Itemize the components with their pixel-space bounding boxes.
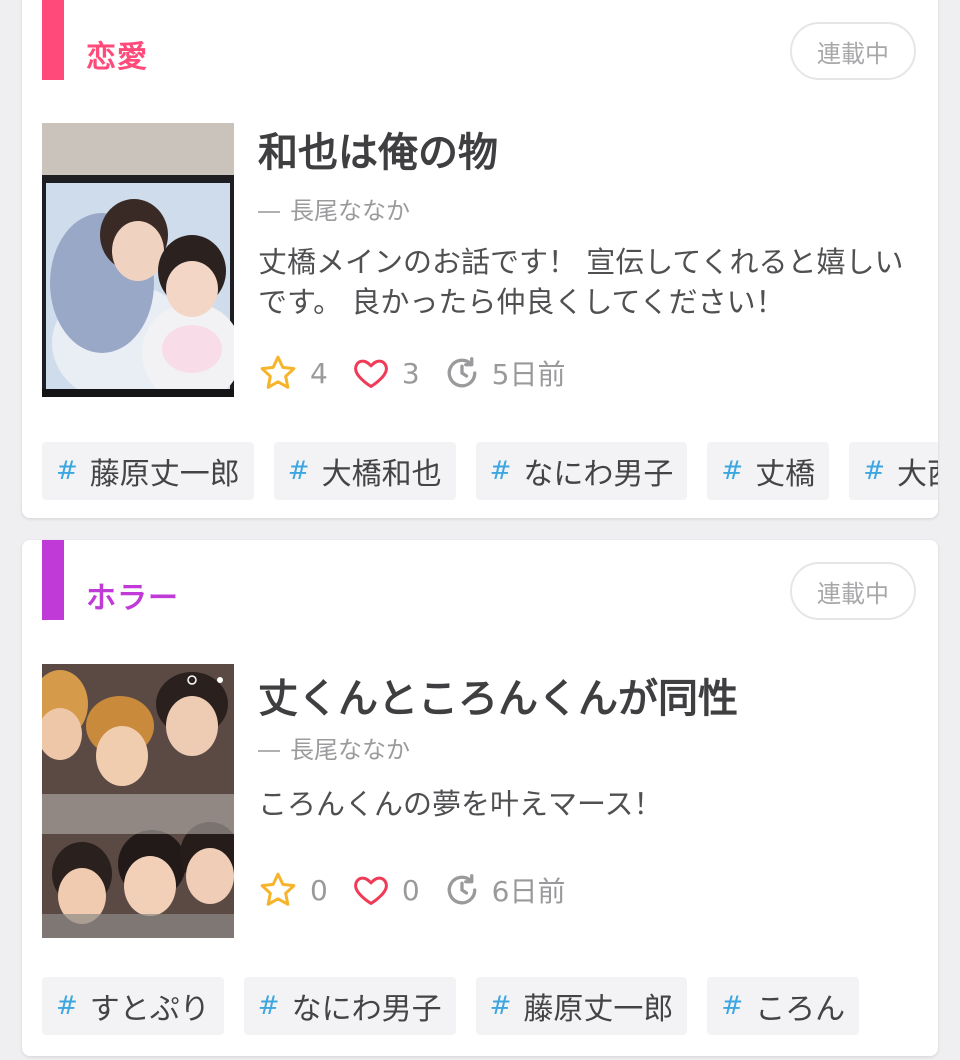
tag-chip[interactable]: # なにわ男子 [243, 977, 456, 1035]
story-title[interactable]: 和也は俺の物 [258, 120, 498, 178]
hashtag-icon: # [863, 456, 885, 486]
tag-label: 藤原丈一郎 [89, 457, 240, 492]
tag-label: ころん [755, 992, 846, 1027]
tag-label: 大西 [896, 457, 938, 492]
genre-accent-bar [42, 0, 64, 80]
cover-image[interactable] [42, 664, 234, 938]
dash-decoration [258, 750, 280, 752]
like-stat[interactable]: 3 [352, 354, 420, 392]
hashtag-icon: # [721, 991, 744, 1021]
tag-label: 大橋和也 [321, 457, 442, 492]
history-icon [447, 874, 477, 905]
updated-stat: 6日前 [444, 870, 566, 910]
updated-time: 5日前 [491, 358, 566, 391]
hashtag-icon: # [287, 456, 310, 486]
dash-decoration [258, 211, 280, 213]
tag-label: なにわ男子 [523, 457, 674, 492]
tag-label: 丈橋 [755, 457, 816, 492]
tag-chip[interactable]: # 大橋和也 [273, 442, 456, 500]
hashtag-icon: # [257, 991, 280, 1021]
hashtag-icon: # [721, 456, 744, 486]
tag-chip[interactable]: # ころん [707, 977, 860, 1035]
like-stat[interactable]: 0 [352, 871, 420, 909]
story-card[interactable]: ホラー 連載中 丈くんところんくんが同性 長尾ななか ころんくんの夢を叶えマース [22, 540, 938, 1056]
heart-icon [353, 359, 388, 388]
like-count: 0 [401, 873, 420, 907]
tag-list: # すとぷり # なにわ男子 # 藤原丈一郎 # ころん [42, 977, 879, 1035]
tag-label: すとぷり [89, 992, 210, 1027]
hashtag-icon: # [56, 456, 78, 486]
tag-list: # 藤原丈一郎 # 大橋和也 # なにわ男子 # 丈橋 # 大西 [42, 442, 938, 500]
author-name: 長尾ななか [290, 197, 410, 225]
star-stat[interactable]: 0 [258, 870, 328, 910]
tag-chip[interactable]: # すとぷり [42, 977, 224, 1035]
star-stat[interactable]: 4 [258, 353, 328, 393]
star-count: 0 [310, 873, 328, 907]
tag-chip[interactable]: # 丈橋 [707, 442, 830, 500]
tag-label: 藤原丈一郎 [523, 992, 674, 1027]
cover-image[interactable] [42, 123, 234, 397]
updated-stat: 5日前 [444, 353, 566, 393]
story-title[interactable]: 丈くんところんくんが同性 [258, 666, 738, 724]
tag-chip[interactable]: # なにわ男子 [475, 442, 688, 500]
tag-label: なにわ男子 [291, 992, 442, 1027]
author-name: 長尾ななか [290, 736, 410, 764]
tag-chip[interactable]: # 藤原丈一郎 [42, 442, 254, 500]
author-line[interactable]: 長尾ななか [258, 730, 410, 765]
genre-label: ホラー [86, 581, 179, 616]
hashtag-icon: # [489, 456, 512, 486]
history-icon [447, 357, 477, 388]
author-line[interactable]: 長尾ななか [258, 191, 410, 226]
star-icon [260, 872, 296, 906]
updated-time: 6日前 [491, 875, 566, 908]
star-count: 4 [310, 356, 328, 390]
heart-icon [353, 876, 388, 905]
like-count: 3 [401, 356, 420, 390]
status-badge: 連載中 [790, 562, 916, 620]
genre-accent-bar [42, 540, 64, 620]
story-stats: 4 3 5日前 [258, 353, 589, 393]
star-icon [260, 355, 296, 389]
hashtag-icon: # [56, 991, 78, 1021]
story-stats: 0 0 6日前 [258, 870, 589, 910]
story-description: ころんくんの夢を叶えマース！ [258, 787, 663, 821]
story-card[interactable]: 恋愛 連載中 和也は俺の物 長尾ななか 丈橋メインのお話です！ 宣伝してくれると… [22, 0, 938, 518]
genre-label: 恋愛 [86, 40, 148, 75]
status-badge: 連載中 [790, 22, 916, 80]
tag-chip[interactable]: # 大西 [849, 442, 938, 500]
hashtag-icon: # [489, 991, 512, 1021]
story-description: 丈橋メインのお話です！ 宣伝してくれると嬉しいです。 良かったら仲良くしてくださ… [258, 245, 904, 319]
tag-chip[interactable]: # 藤原丈一郎 [475, 977, 688, 1035]
